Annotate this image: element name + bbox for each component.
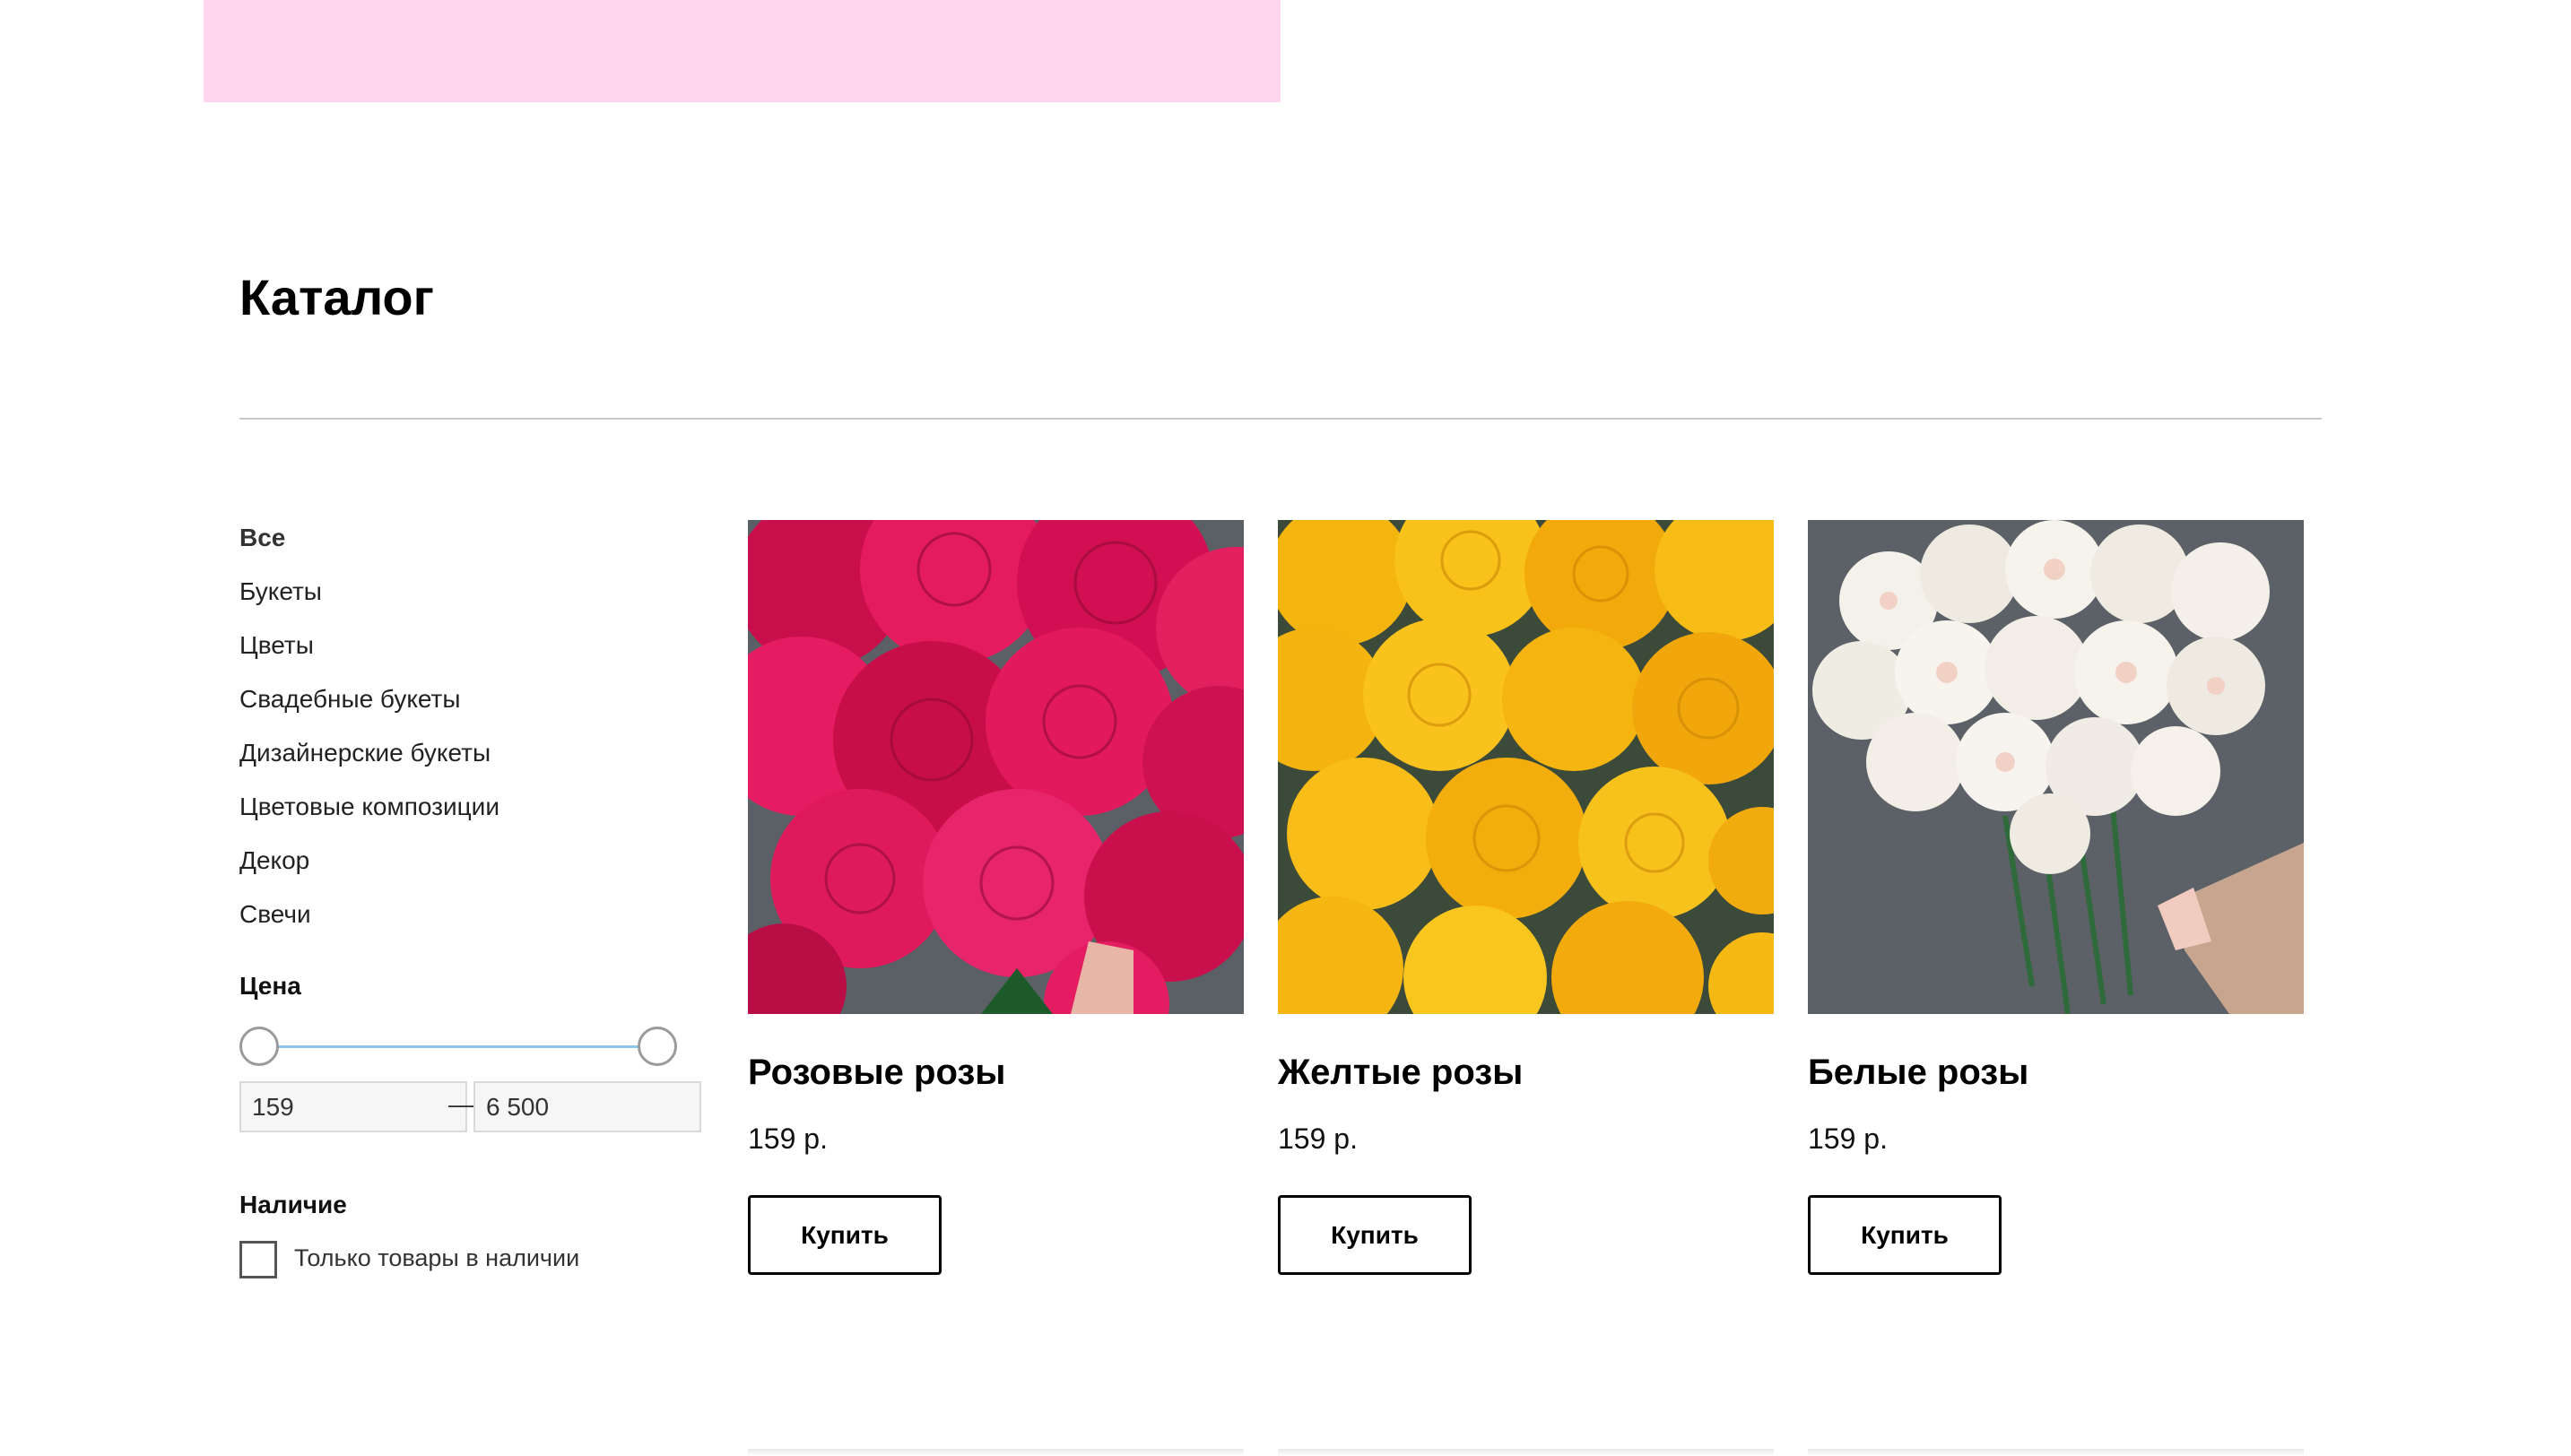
category-designer-bouquets[interactable]: Дизайнерские букеты: [239, 726, 499, 780]
price-min-handle[interactable]: [239, 1027, 279, 1066]
pink-roses-photo: [748, 520, 1244, 1014]
buy-button[interactable]: Купить: [1808, 1195, 2002, 1275]
buy-button[interactable]: Купить: [748, 1195, 942, 1275]
category-bouquets[interactable]: Букеты: [239, 565, 499, 619]
product-card-white-roses[interactable]: Белые розы 159 р. Купить: [1808, 520, 2304, 1275]
next-product-image-edge: [748, 1449, 1244, 1456]
price-range-slider[interactable]: [239, 1027, 677, 1066]
next-product-image-edge: [1278, 1449, 1774, 1456]
product-title[interactable]: Желтые розы: [1278, 1047, 1523, 1097]
product-image-pink-roses[interactable]: [748, 520, 1244, 1014]
product-price: 159 р.: [748, 1122, 828, 1155]
category-decor[interactable]: Декор: [239, 834, 499, 888]
product-image-yellow-roses[interactable]: [1278, 520, 1774, 1014]
title-divider: [239, 418, 2322, 420]
price-range-separator: —: [448, 1090, 473, 1118]
category-all[interactable]: Все: [239, 511, 499, 565]
product-price: 159 р.: [1278, 1122, 1358, 1155]
white-roses-photo: [1808, 520, 2304, 1014]
promo-banner: [204, 0, 1281, 102]
category-filter-list: Все Букеты Цветы Свадебные букеты Дизайн…: [239, 511, 499, 941]
category-candles[interactable]: Свечи: [239, 888, 499, 941]
yellow-roses-photo: [1278, 520, 1774, 1014]
page-title: Каталог: [239, 269, 434, 325]
product-card-pink-roses[interactable]: Розовые розы 159 р. Купить: [748, 520, 1244, 1275]
price-max-input[interactable]: [473, 1081, 701, 1132]
price-min-input[interactable]: [239, 1081, 467, 1132]
product-image-white-roses[interactable]: [1808, 520, 2304, 1014]
product-title[interactable]: Белые розы: [1808, 1047, 2028, 1097]
product-title[interactable]: Розовые розы: [748, 1047, 1005, 1097]
product-price: 159 р.: [1808, 1122, 1888, 1155]
in-stock-checkbox[interactable]: [239, 1241, 277, 1278]
price-max-handle[interactable]: [638, 1027, 677, 1066]
availability-filter-title: Наличие: [239, 1191, 347, 1218]
category-flower-arrangements[interactable]: Цветовые композиции: [239, 780, 499, 834]
price-slider-track[interactable]: [259, 1045, 657, 1048]
next-product-image-edge: [1808, 1449, 2304, 1456]
in-stock-checkbox-label[interactable]: Только товары в наличии: [294, 1239, 579, 1277]
category-wedding-bouquets[interactable]: Свадебные букеты: [239, 672, 499, 726]
product-card-yellow-roses[interactable]: Желтые розы 159 р. Купить: [1278, 520, 1774, 1275]
price-filter-title: Цена: [239, 972, 301, 1000]
buy-button[interactable]: Купить: [1278, 1195, 1472, 1275]
category-flowers[interactable]: Цветы: [239, 619, 499, 672]
